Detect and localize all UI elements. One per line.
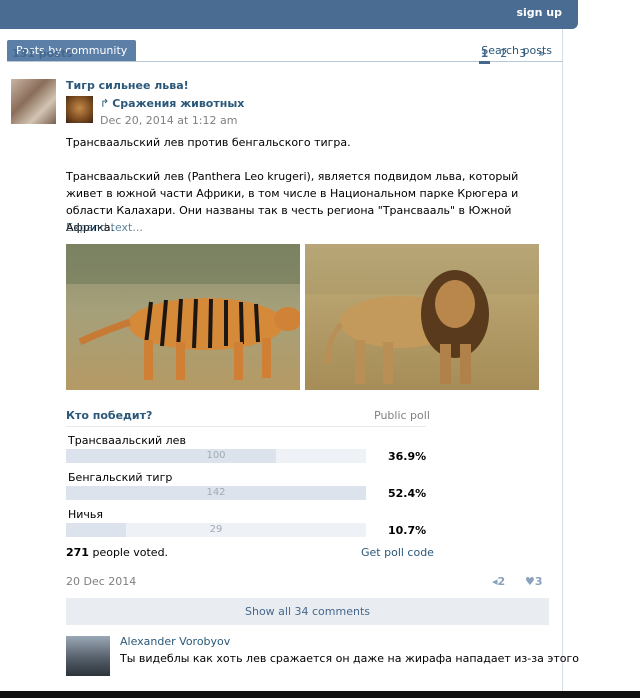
source-date[interactable]: Dec 20, 2014 at 1:12 am (100, 114, 237, 127)
lion-illustration (305, 244, 539, 384)
comment-author[interactable]: Alexander Vorobyov (120, 635, 230, 648)
comment-author-avatar[interactable] (66, 636, 110, 676)
poll-option-label: Ничья (68, 508, 104, 521)
expand-text-link[interactable]: Expand text... (66, 221, 143, 234)
source-avatar[interactable] (66, 96, 93, 123)
pagination: 1 2 3 » (478, 47, 547, 64)
source-name-link[interactable]: ↱ Сражения животных (100, 97, 244, 110)
poll-option-bar[interactable]: 142 (66, 486, 366, 500)
page-link-2[interactable]: 2 (498, 47, 509, 64)
poll-question: Кто победит? (66, 409, 153, 422)
page-current[interactable]: 1 (478, 47, 491, 64)
lion-photo[interactable] (305, 244, 539, 390)
post-text-intro: Трансваальский лев против бенгальского т… (66, 136, 351, 149)
poll-divider (66, 426, 426, 427)
comment-text: Ты видеблы как хоть лев сражается он даж… (120, 652, 580, 665)
poll-option-bar[interactable]: 100 (66, 449, 366, 463)
post-date[interactable]: 20 Dec 2014 (66, 575, 136, 588)
posts-count-row: 131 posts 1 2 3 » (12, 47, 547, 67)
page-link-3[interactable]: 3 (517, 47, 528, 64)
poll-option-votes: 29 (209, 524, 223, 535)
community-title[interactable]: Тигр сильнее льва! (66, 79, 189, 92)
poll-option-votes: 100 (206, 450, 226, 461)
poll-voted-number: 271 (66, 546, 89, 559)
bottom-edge (0, 691, 640, 698)
sign-up-link[interactable]: sign up (516, 6, 562, 19)
poll-voted-count: 271 people voted. (66, 546, 168, 559)
poll-option-bar[interactable]: 29 (66, 523, 366, 537)
like-button[interactable]: ♥3 (525, 575, 543, 588)
poll-option-percent: 10.7% (388, 524, 427, 537)
get-poll-code-link[interactable]: Get poll code (361, 546, 434, 559)
top-header-bar: sign up (0, 0, 578, 29)
source-name: Сражения животных (112, 97, 245, 110)
page-next[interactable]: » (536, 47, 547, 64)
posts-count: 131 posts (12, 47, 73, 60)
like-count: 3 (534, 575, 543, 588)
repost-arrow-icon: ↱ (100, 97, 110, 110)
poll-option-label: Трансваальский лев (68, 434, 186, 447)
community-avatar[interactable] (11, 79, 56, 124)
heart-icon: ♥ (525, 575, 535, 588)
poll-option-percent: 52.4% (388, 487, 427, 500)
poll-option-votes: 142 (206, 487, 226, 498)
poll-option-percent: 36.9% (388, 450, 427, 463)
tiger-illustration (66, 244, 300, 380)
share-count: 2 (497, 575, 506, 588)
poll-type: Public poll (374, 409, 430, 422)
poll-voted-suffix: people voted. (88, 546, 169, 559)
poll-option-label: Бенгальский тигр (68, 471, 173, 484)
share-button[interactable]: ◂2 (492, 575, 505, 588)
tiger-photo[interactable] (66, 244, 300, 390)
show-all-comments-button[interactable]: Show all 34 comments (66, 598, 549, 625)
